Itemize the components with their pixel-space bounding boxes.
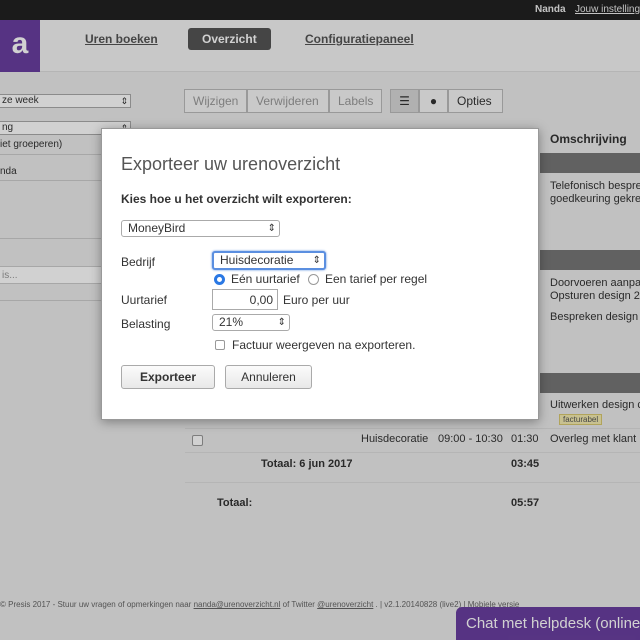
dialog-subtitle: Kies hoe u het overzicht wilt exporteren…	[121, 192, 352, 206]
select-arrows-icon: ⇕	[312, 255, 321, 266]
cancel-button[interactable]: Annuleren	[225, 365, 312, 389]
rate-unit: Euro per uur	[283, 293, 350, 307]
tax-label: Belasting	[121, 317, 171, 331]
radio-single-rate[interactable]	[214, 274, 225, 285]
tax-value: 21%	[219, 315, 244, 329]
radio-single-rate-label: Eén uurtarief	[231, 272, 300, 286]
radio-rate-per-line[interactable]	[308, 274, 319, 285]
export-format-value: MoneyBird	[128, 221, 186, 235]
dialog-title: Exporteer uw urenoverzicht	[121, 154, 341, 174]
rate-label: Uurtarief	[121, 293, 168, 307]
radio-rate-per-line-label: Een tarief per regel	[325, 272, 428, 286]
export-dialog: Exporteer uw urenoverzicht Kies hoe u he…	[101, 128, 539, 420]
show-invoice-label: Factuur weergeven na exporteren.	[232, 338, 416, 352]
company-select[interactable]: Huisdecoratie ⇕	[212, 251, 326, 270]
tax-select[interactable]: 21% ⇕	[212, 314, 290, 331]
export-button[interactable]: Exporteer	[121, 365, 215, 389]
company-label: Bedrijf	[121, 255, 156, 269]
company-value: Huisdecoratie	[220, 253, 294, 267]
rate-input[interactable]: 0,00	[212, 289, 278, 310]
export-format-select[interactable]: MoneyBird ⇕	[121, 220, 280, 237]
show-invoice-checkbox[interactable]	[215, 340, 225, 350]
select-arrows-icon: ⇕	[267, 223, 276, 234]
select-arrows-icon: ⇕	[277, 317, 286, 328]
